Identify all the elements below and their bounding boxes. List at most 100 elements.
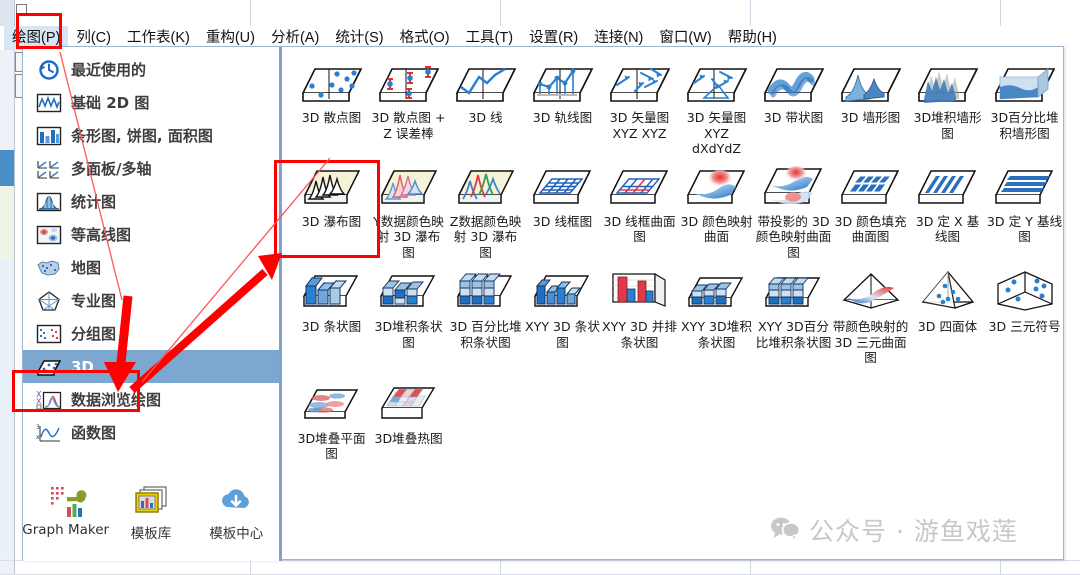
xbaseline-thumb bbox=[915, 161, 981, 213]
xyy-bar3d-thumb bbox=[530, 266, 596, 318]
waterfall-highlight-box bbox=[274, 160, 380, 258]
proj-colormap-thumb bbox=[761, 161, 827, 213]
plot-3d-colormap-surface-projection[interactable]: 带投影的 3D 颜色映射曲面图 bbox=[755, 161, 832, 261]
pctbar3d-thumb bbox=[453, 266, 519, 318]
wall3d-thumb bbox=[838, 57, 904, 109]
plot-xyy-3d-pct-stacked-bar[interactable]: XYY 3D百分比堆积条状图 bbox=[755, 266, 832, 350]
template-center-button[interactable]: 模板中心 bbox=[197, 483, 275, 542]
sidebar-item-label: 条形图, 饼图, 面积图 bbox=[71, 127, 213, 145]
plot-label: Y数据颜色映射 3D 瀑布图 bbox=[373, 213, 444, 260]
grid-row: 3D堆叠平面图 3D堆叠热图 bbox=[293, 378, 1063, 462]
plot-label: 3D 线框曲面图 bbox=[603, 213, 676, 245]
stacked-plane-thumb bbox=[299, 378, 365, 430]
template-center-cloud-icon bbox=[215, 483, 257, 521]
plot-3d-scatter[interactable]: 3D 散点图 bbox=[293, 57, 370, 126]
plot-3d-colorfill-surface[interactable]: 3D 颜色填充曲面图 bbox=[832, 161, 909, 245]
plot-3d-wireframe[interactable]: 3D 线框图 bbox=[524, 161, 601, 230]
waterfall-y-thumb bbox=[376, 161, 442, 213]
plot-3d-wall[interactable]: 3D 墙形图 bbox=[832, 57, 909, 126]
plot-label: 3D 颜色填充曲面图 bbox=[834, 213, 907, 245]
plot-xyy-3d-side-bar[interactable]: XYY 3D 并排条状图 bbox=[601, 266, 678, 350]
plot-xyy-3d-bar[interactable]: XYY 3D 条状图 bbox=[524, 266, 601, 350]
sidebar-item-contour[interactable]: 等高线图 bbox=[23, 218, 279, 251]
ternary-surf-thumb bbox=[838, 266, 904, 318]
stackbar3d-thumb bbox=[376, 266, 442, 318]
plot-3d-bar[interactable]: 3D 条状图 bbox=[293, 266, 370, 335]
graph-maker-icon bbox=[45, 483, 87, 521]
plot-label: 3D 三元符号 bbox=[988, 319, 1061, 334]
plot-3d-stacked-wall[interactable]: 3D堆积墙形图 bbox=[909, 57, 986, 141]
sidebar-item-label: 等高线图 bbox=[71, 226, 132, 244]
plot-waterfall-y-colormap[interactable]: Y数据颜色映射 3D 瀑布图 bbox=[370, 161, 447, 261]
plot-label: 3D 墙形图 bbox=[840, 110, 901, 125]
plot-3d-x-baseline[interactable]: 3D 定 X 基线图 bbox=[909, 161, 986, 245]
plot-label: 3D百分比堆积墙形图 bbox=[990, 110, 1059, 141]
sidebar-item-label: 分组图 bbox=[71, 325, 117, 343]
plot-3d-colormap-surface[interactable]: 3D 颜色映射曲面 bbox=[678, 161, 755, 245]
sidebar-item-multipanel[interactable]: 多面板/多轴 bbox=[23, 152, 279, 185]
xyy-stack-bar-thumb bbox=[684, 266, 750, 318]
ybaseline-thumb bbox=[992, 161, 1058, 213]
plot-3d-ternary-symbol[interactable]: 3D 三元符号 bbox=[986, 266, 1063, 335]
sidebar-item-function-plot[interactable]: 3 x 函数图 bbox=[23, 416, 279, 449]
sidebar-item-grouped[interactable]: 分组图 bbox=[23, 317, 279, 350]
sidebar-item-basic-2d[interactable]: 基础 2D 图 bbox=[23, 86, 279, 119]
plot-label: 3D 线框图 bbox=[532, 213, 593, 229]
grid-row: 3D 瀑布图 Y数据颜色映射 3D 瀑布图 Z数据颜色映射 3D 瀑布图 3D … bbox=[293, 161, 1063, 261]
plot-waterfall-z-colormap[interactable]: Z数据颜色映射 3D 瀑布图 bbox=[447, 161, 524, 261]
plot-3d-scatter-zerr[interactable]: 3D 散点图 + Z 误差棒 bbox=[370, 57, 447, 141]
scatter3d-thumb bbox=[299, 57, 365, 109]
plot-3d-pct-stacked-bar[interactable]: 3D 百分比堆积条状图 bbox=[447, 266, 524, 350]
template-library-button[interactable]: 模板库 bbox=[112, 483, 190, 542]
plot-label: 3D堆叠热图 bbox=[374, 430, 443, 446]
line-2d-icon bbox=[36, 92, 62, 114]
plot-label: 3D堆积墙形图 bbox=[913, 110, 982, 141]
plot-3d-trajectory[interactable]: 3D 轨线图 bbox=[524, 57, 601, 126]
sidebar-item-recent[interactable]: 最近使用的 bbox=[23, 53, 279, 86]
watermark-text: 公众号 · 游鱼戏莲 bbox=[809, 517, 1018, 546]
template-library-icon bbox=[130, 483, 172, 521]
plot-3d-tetrahedron[interactable]: 3D 四面体 bbox=[909, 266, 986, 335]
plot-label: 3D 条状图 bbox=[301, 319, 362, 334]
plot-3d-y-baseline[interactable]: 3D 定 Y 基线图 bbox=[986, 161, 1063, 245]
plot-ternary-colormap-surface[interactable]: 带颜色映射的 3D 三元曲面图 bbox=[832, 266, 909, 366]
grid-row: 3D 散点图 3D 散点图 + Z 误差棒 3D 线 3D 轨线图 3D 矢量图… bbox=[293, 57, 1063, 157]
sidebar-item-label: 专业图 bbox=[71, 292, 117, 310]
wireframe-surf-thumb bbox=[607, 161, 673, 213]
specialized-icon bbox=[36, 290, 62, 312]
plot-label: 3D 散点图 bbox=[301, 110, 362, 125]
plot-3d-line[interactable]: 3D 线 bbox=[447, 57, 524, 126]
row-headers bbox=[0, 0, 16, 575]
sidebar-item-statistics[interactable]: 统计图 bbox=[23, 185, 279, 218]
pctwall3d-thumb bbox=[992, 57, 1058, 109]
vector3d-b-thumb bbox=[684, 57, 750, 109]
function-plot-icon: 3 x bbox=[36, 422, 62, 444]
plot-3d-wireframe-surface[interactable]: 3D 线框曲面图 bbox=[601, 161, 678, 245]
plot-3d-pct-stacked-wall[interactable]: 3D百分比堆积墙形图 bbox=[986, 57, 1063, 141]
sidebar-item-label: 地图 bbox=[71, 259, 102, 277]
plot-xyy-3d-stacked-bar[interactable]: XYY 3D堆积条状图 bbox=[678, 266, 755, 350]
plot-label: XYY 3D 并排条状图 bbox=[602, 319, 677, 350]
plot-label: 3D 线 bbox=[468, 110, 503, 125]
graph-maker-button[interactable]: Graph Maker bbox=[22, 483, 109, 538]
sidebar-item-map[interactable]: 地图 bbox=[23, 251, 279, 284]
plot-label: 3D堆叠平面图 bbox=[297, 430, 366, 462]
plot-label: 3D堆积条状图 bbox=[374, 319, 443, 350]
plot-3d-vector-xyzxyz[interactable]: 3D 矢量图 XYZ XYZ bbox=[601, 57, 678, 141]
contour-icon bbox=[36, 224, 62, 246]
plot-3d-stacked-plane[interactable]: 3D堆叠平面图 bbox=[293, 378, 370, 462]
line3d-thumb bbox=[453, 57, 519, 109]
xyy-pct-bar-thumb bbox=[761, 266, 827, 318]
sidebar-item-specialized[interactable]: 专业图 bbox=[23, 284, 279, 317]
plot-3d-ribbon[interactable]: 3D 带状图 bbox=[755, 57, 832, 126]
sidebar-item-bar-pie-area[interactable]: 条形图, 饼图, 面积图 bbox=[23, 119, 279, 152]
recent-clock-icon bbox=[36, 59, 62, 81]
plot-3d-vector-dxdydz[interactable]: 3D 矢量图 XYZ dXdYdZ bbox=[678, 57, 755, 157]
plot-3d-stacked-heatmap[interactable]: 3D堆叠热图 bbox=[370, 378, 447, 447]
panel-divider bbox=[279, 47, 282, 561]
map-icon bbox=[36, 257, 62, 279]
sidebar-item-label: 统计图 bbox=[71, 193, 117, 211]
svg-text:3: 3 bbox=[36, 424, 40, 431]
plot-3d-stacked-bar[interactable]: 3D堆积条状图 bbox=[370, 266, 447, 350]
sidebar-item-label: 最近使用的 bbox=[71, 61, 147, 79]
